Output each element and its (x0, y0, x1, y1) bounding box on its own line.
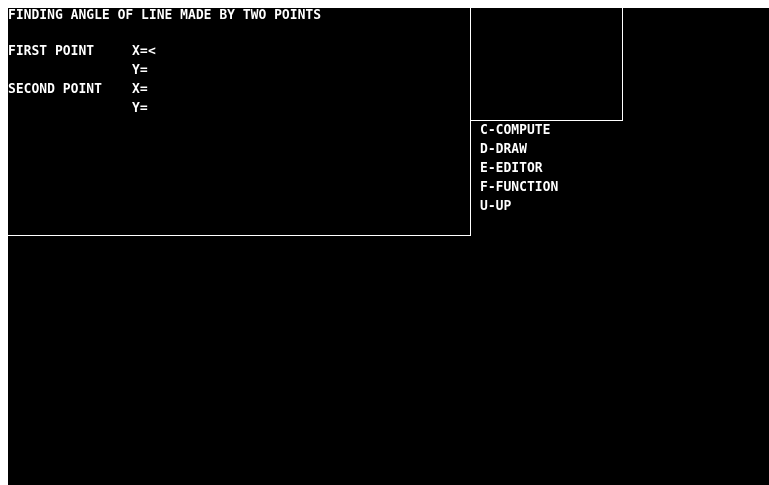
preview-panel (470, 8, 623, 121)
menu-item-up[interactable]: U-UP (480, 199, 511, 215)
page-title: FINDING ANGLE OF LINE MADE BY TWO POINTS (8, 8, 322, 23)
dos-screen: FINDING ANGLE OF LINE MADE BY TWO POINTS… (8, 8, 769, 485)
first-point-label: FIRST POINT (8, 44, 95, 59)
first-y-label: Y= (132, 63, 148, 78)
input-window (8, 8, 471, 236)
menu-item-compute[interactable]: C-COMPUTE (480, 123, 550, 139)
second-point-label: SECOND POINT (8, 82, 102, 97)
first-x-input-cursor[interactable]: < (148, 44, 156, 60)
first-x-label: X= (132, 44, 148, 59)
menu-item-editor[interactable]: E-EDITOR (480, 161, 543, 177)
menu-item-function[interactable]: F-FUNCTION (480, 180, 558, 196)
second-x-label: X= (132, 82, 148, 97)
menu-item-draw[interactable]: D-DRAW (480, 142, 527, 158)
second-y-label: Y= (132, 101, 148, 116)
